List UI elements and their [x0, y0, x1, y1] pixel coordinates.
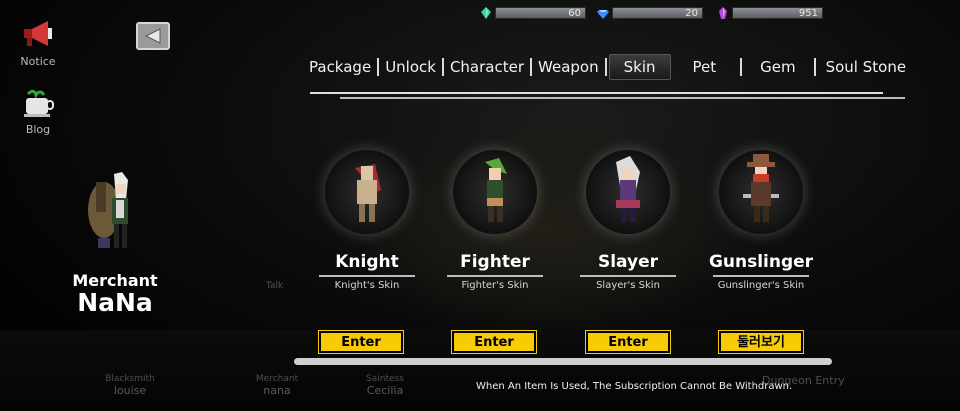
npc-name: Cecilia — [366, 384, 404, 397]
npc-name: louise — [113, 384, 147, 397]
skin-subtitle: Fighter's Skin — [461, 280, 529, 291]
green-crystal-icon — [481, 7, 491, 19]
tab-character[interactable]: Character — [446, 55, 528, 79]
tab-unlock[interactable]: Unlock — [381, 55, 440, 79]
enter-button-fighter[interactable]: Enter — [451, 330, 537, 354]
npc-merchant: Merchant nana — [247, 374, 307, 396]
character-halo — [453, 150, 537, 234]
coffee-cup-icon — [24, 89, 54, 117]
currency-purple-value: 951 — [732, 7, 823, 19]
npc-role: Merchant — [255, 374, 299, 384]
tab-separator — [813, 58, 816, 76]
npc-saintess: Saintess Cecilia — [355, 374, 415, 396]
talk-label: Talk — [266, 281, 284, 291]
character-halo — [719, 150, 803, 234]
skin-name: Gunslinger — [708, 252, 814, 272]
enter-button-slayer[interactable]: Enter — [585, 330, 671, 354]
tab-gem[interactable]: Gem — [756, 55, 799, 79]
notice-label: Notice — [20, 55, 56, 68]
horizontal-scrollbar[interactable] — [294, 358, 832, 365]
currency-green-value: 60 — [495, 7, 586, 19]
tab-skin[interactable]: Skin — [608, 54, 671, 80]
skin-name: Slayer — [597, 252, 658, 272]
skin-name-underline — [319, 275, 415, 277]
fighter-sprite — [485, 158, 507, 222]
currency-blue-value: 20 — [612, 7, 703, 19]
tab-weapon[interactable]: Weapon — [534, 55, 603, 79]
megaphone-icon — [24, 21, 52, 46]
skin-card-knight: Knight Knight's Skin — [312, 150, 422, 291]
npc-role: Blacksmith — [105, 374, 155, 384]
skin-card-gunslinger: Gunslinger Gunslinger's Skin — [706, 150, 816, 291]
knight-sprite — [355, 164, 381, 222]
skin-name: Fighter — [460, 252, 530, 272]
currency-green-crystal: 60 — [480, 6, 586, 20]
subscription-notice: When An Item Is Used, The Subscription C… — [476, 381, 793, 392]
skin-card-fighter: Fighter Fighter's Skin — [440, 150, 550, 291]
tab-separator — [441, 58, 444, 76]
npc-role: Saintess — [366, 374, 404, 384]
tab-underline-secondary — [340, 97, 905, 99]
skin-name-underline — [713, 275, 809, 277]
character-halo — [586, 150, 670, 234]
blog-button[interactable]: Blog — [18, 86, 58, 136]
skin-name-underline — [580, 275, 676, 277]
category-tabs: Package Unlock Character Weapon Skin Pet… — [305, 54, 910, 80]
currency-blue-diamond: 20 — [597, 6, 703, 20]
tab-soul-stone[interactable]: Soul Stone — [822, 55, 910, 79]
enter-button-knight[interactable]: Enter — [318, 330, 404, 354]
skin-subtitle: Gunslinger's Skin — [717, 280, 805, 291]
tab-separator — [604, 58, 607, 76]
arrow-left-icon — [144, 28, 161, 44]
npc-blacksmith: Blacksmith louise — [100, 374, 160, 396]
purple-crystal-icon — [719, 7, 727, 19]
tab-separator — [740, 58, 743, 76]
tab-separator — [377, 58, 380, 76]
skin-subtitle: Knight's Skin — [334, 280, 400, 291]
browse-button-gunslinger[interactable]: 둘러보기 — [718, 330, 804, 354]
tab-separator — [530, 58, 533, 76]
back-button[interactable] — [136, 22, 170, 50]
skin-name-underline — [447, 275, 543, 277]
merchant-nana-sprite — [88, 172, 128, 248]
blue-diamond-icon — [597, 10, 609, 19]
gunslinger-sprite — [743, 154, 779, 222]
skin-name: Knight — [335, 252, 399, 272]
notice-button[interactable]: Notice — [18, 16, 58, 68]
blog-label: Blog — [25, 123, 51, 136]
slayer-sprite — [616, 156, 640, 222]
merchant-name: NaNa — [77, 288, 153, 317]
tab-package[interactable]: Package — [305, 55, 375, 79]
skin-subtitle: Slayer's Skin — [596, 280, 660, 291]
tab-underline — [310, 92, 883, 94]
tab-pet[interactable]: Pet — [689, 55, 721, 79]
npc-name: nana — [263, 384, 291, 397]
skin-card-slayer: Slayer Slayer's Skin — [573, 150, 683, 291]
currency-purple-crystal: 951 — [717, 6, 823, 20]
character-halo — [325, 150, 409, 234]
